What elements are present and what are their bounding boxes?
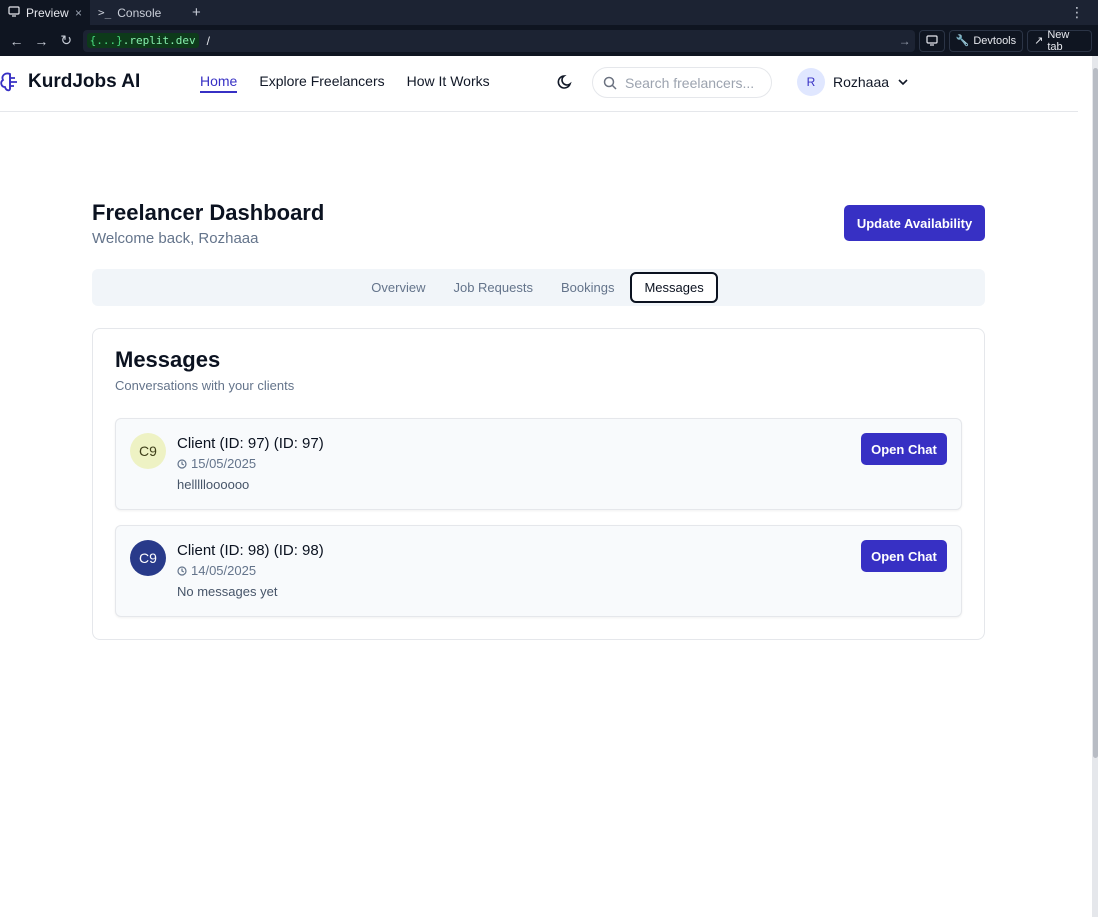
avatar: C9	[130, 433, 166, 469]
search-box	[592, 67, 772, 98]
url-path: /	[206, 33, 210, 48]
external-link-icon: ↗	[1034, 35, 1044, 47]
list-item: C9 Client (ID: 98) (ID: 98) 14/05/2025 N…	[115, 525, 962, 617]
devtools-button[interactable]: 🔧 Devtools	[948, 29, 1024, 52]
open-chat-button[interactable]: Open Chat	[861, 433, 947, 465]
scrollbar[interactable]	[1092, 56, 1098, 917]
device-preview-button[interactable]	[918, 29, 945, 52]
list-item: C9 Client (ID: 97) (ID: 97) 15/05/2025 h…	[115, 418, 962, 510]
avatar: R	[797, 68, 825, 96]
page-title: Freelancer Dashboard	[92, 200, 325, 225]
app-header: KurdJobs AI Home Explore Freelancers How…	[0, 56, 1078, 112]
messages-subtitle: Conversations with your clients	[115, 378, 295, 393]
search-icon	[603, 76, 617, 90]
message-date: 15/05/2025	[177, 456, 256, 471]
tab-overview[interactable]: Overview	[359, 273, 437, 302]
more-menu-icon[interactable]: ⋮	[1056, 4, 1098, 21]
clock-icon	[177, 565, 187, 576]
wrench-icon: 🔧	[955, 35, 970, 47]
nav-home[interactable]: Home	[200, 73, 238, 93]
scrollbar-thumb[interactable]	[1093, 68, 1098, 758]
message-date: 14/05/2025	[177, 563, 256, 578]
main-nav: Home Explore Freelancers How It Works	[200, 73, 490, 93]
tab-preview[interactable]: Preview ×	[0, 0, 90, 25]
dashboard-tabs: Overview Job Requests Bookings Messages	[92, 269, 985, 306]
tab-console-label: Console	[117, 5, 162, 20]
nav-how-it-works[interactable]: How It Works	[407, 73, 490, 93]
chevron-down-icon	[898, 79, 908, 86]
client-name: Client (ID: 97) (ID: 97)	[177, 435, 324, 452]
forward-icon[interactable]: →	[31, 30, 52, 52]
open-chat-button[interactable]: Open Chat	[861, 540, 947, 572]
monitor-icon	[8, 5, 20, 20]
open-new-tab-button[interactable]: ↗ New tab	[1027, 29, 1092, 53]
message-preview: No messages yet	[177, 584, 278, 599]
tab-job-requests[interactable]: Job Requests	[441, 273, 545, 302]
new-tab-button[interactable]: +	[182, 4, 211, 21]
close-icon[interactable]: ×	[75, 6, 82, 20]
moon-icon[interactable]	[556, 73, 574, 91]
message-preview: hellllloooooo	[177, 477, 250, 492]
go-arrow-icon[interactable]: →	[899, 34, 911, 48]
update-availability-button[interactable]: Update Availability	[844, 205, 985, 241]
tab-preview-label: Preview	[26, 5, 69, 20]
nav-explore-freelancers[interactable]: Explore Freelancers	[259, 73, 384, 93]
page-viewport: KurdJobs AI Home Explore Freelancers How…	[0, 56, 1092, 917]
tab-messages[interactable]: Messages	[630, 272, 718, 303]
avatar: C9	[130, 540, 166, 576]
device-icon	[926, 35, 938, 46]
tab-bookings[interactable]: Bookings	[549, 273, 626, 302]
search-input[interactable]	[625, 74, 755, 91]
brain-logo-icon	[0, 72, 17, 92]
reload-icon[interactable]: ↻	[56, 30, 77, 52]
browser-tab-bar: Preview × >_ Console + ⋮	[0, 0, 1098, 25]
messages-card: Messages Conversations with your clients…	[92, 328, 985, 640]
user-menu[interactable]: R Rozhaaa	[797, 68, 909, 96]
client-name: Client (ID: 98) (ID: 98)	[177, 542, 324, 559]
user-name: Rozhaaa	[833, 74, 890, 90]
address-bar: ← → ↻ {...}.replit.dev / → 🔧 Devtools ↗ …	[0, 25, 1098, 56]
brand-name: KurdJobs AI	[28, 71, 141, 92]
messages-title: Messages	[115, 347, 221, 372]
back-icon[interactable]: ←	[6, 30, 27, 52]
url-field[interactable]: {...}.replit.dev / →	[82, 29, 915, 52]
welcome-text: Welcome back, Rozhaaa	[92, 230, 259, 247]
clock-icon	[177, 458, 187, 469]
tab-console[interactable]: >_ Console	[90, 0, 182, 25]
brand[interactable]: KurdJobs AI	[0, 71, 140, 93]
url-host: {...}.replit.dev	[86, 33, 199, 48]
terminal-icon: >_	[98, 6, 112, 19]
